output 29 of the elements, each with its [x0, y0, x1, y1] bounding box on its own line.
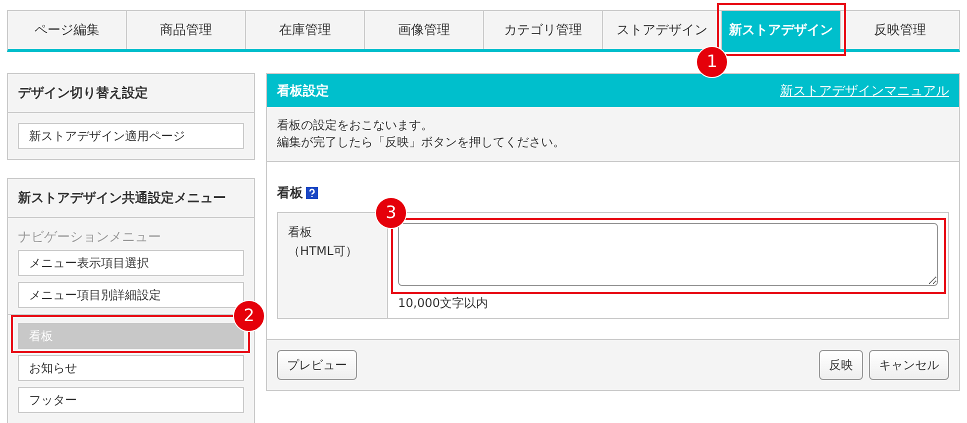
sidebar-item[interactable]: フッター [18, 387, 244, 413]
nav-tab[interactable]: 商品管理 [127, 11, 246, 49]
nav-tab[interactable]: ストアデザイン [603, 11, 722, 49]
description-text: 看板の設定をおこないます。 [277, 117, 434, 134]
signboard-textarea[interactable] [398, 223, 938, 286]
panel-title: 看板設定 [277, 82, 329, 100]
help-icon[interactable] [306, 187, 318, 199]
apply-button[interactable]: 反映 [819, 350, 863, 380]
sidebar-item[interactable]: 新ストアデザイン適用ページ [18, 123, 244, 149]
step-number-badge: 2 [233, 300, 265, 332]
step-number-badge: 3 [375, 197, 407, 229]
preview-button[interactable]: プレビュー [277, 350, 357, 380]
sidebar-item[interactable]: お知らせ [18, 355, 244, 381]
char-limit-hint: 10,000文字以内 [398, 295, 489, 312]
nav-tab[interactable]: 画像管理 [365, 11, 484, 49]
nav-tab[interactable]: ページ編集 [8, 11, 127, 49]
nav-tab[interactable]: 在庫管理 [246, 11, 365, 49]
group-label: ナビゲーションメニュー [18, 229, 162, 246]
panel-heading: 新ストアデザイン共通設定メニュー [8, 179, 254, 218]
nav-tab[interactable]: 反映管理 [841, 11, 959, 49]
sidebar-item[interactable]: メニュー項目別詳細設定 [18, 282, 244, 308]
field-label: 看板 [288, 224, 313, 241]
section-title: 看板 [277, 185, 303, 202]
nav-tab[interactable]: カテゴリ管理 [484, 11, 603, 49]
description-text: 編集が完了したら「反映」ボタンを押してください。 [277, 134, 566, 151]
cancel-button[interactable]: キャンセル [869, 350, 949, 380]
field-label: （HTML可） [288, 243, 358, 260]
panel-heading: デザイン切り替え設定 [8, 74, 254, 113]
sidebar-item[interactable]: メニュー表示項目選択 [18, 250, 244, 276]
